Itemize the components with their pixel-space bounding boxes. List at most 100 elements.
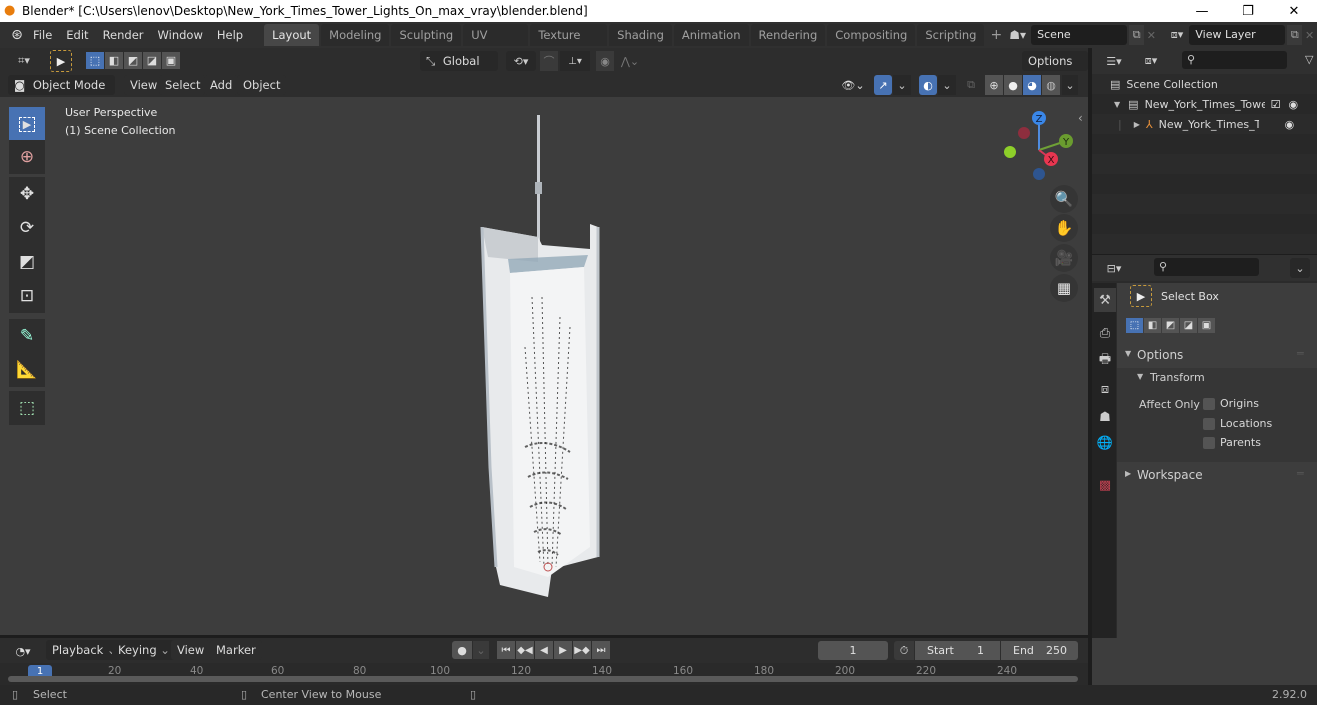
menu-help[interactable]: Help (210, 28, 250, 42)
view-layer-name-field[interactable]: View Layer (1189, 25, 1286, 45)
delete-view-layer-icon[interactable]: ✕ (1302, 29, 1317, 42)
tab-world[interactable]: 🌐 (1094, 431, 1116, 455)
gizmo-toggle-icon[interactable]: ↗ (874, 75, 892, 95)
gizmo-dropdown[interactable]: ⌄ (893, 75, 911, 95)
tab-texture[interactable]: ▩ (1094, 473, 1116, 497)
checkbox-box[interactable] (1203, 436, 1215, 449)
transform-orientation-dropdown[interactable]: ⤡ Global ⌄ (420, 51, 498, 88)
mode-dropdown[interactable]: ◙ Object Mode ⌄ (8, 75, 115, 112)
checkbox-locations[interactable]: Locations (1203, 417, 1272, 430)
tool-scale[interactable]: ◩ (9, 245, 45, 279)
tower-model[interactable] (470, 107, 620, 597)
snap-target-dropdown[interactable]: ⊥▾ (560, 51, 590, 71)
checkbox-box[interactable] (1203, 417, 1215, 430)
add-workspace-button[interactable]: + (986, 27, 1006, 43)
new-view-layer-icon[interactable]: ⧉ (1287, 25, 1303, 45)
pivot-point-dropdown[interactable]: ⟲▾ (506, 51, 536, 71)
visibility-dropdown[interactable]: 👁⌄ (838, 75, 868, 95)
minimize-button[interactable]: — (1179, 0, 1225, 22)
overlays-toggle-icon[interactable]: ◐ (919, 75, 937, 95)
menu-object[interactable]: Object (237, 75, 287, 95)
tool-add-cube[interactable]: ⬚ (9, 391, 45, 425)
workspace-section-header[interactable]: ▶ Workspace ═ (1117, 464, 1317, 488)
mode-intersect-icon[interactable]: ▣ (162, 52, 180, 69)
outliner-row-object[interactable]: | ▶ ⅄ New_York_Times_To ◉ (1092, 114, 1317, 134)
properties-options-dropdown[interactable]: ⌄ (1290, 258, 1310, 278)
timeline-ruler[interactable]: 1 20 40 60 80 100 120 140 160 180 200 22… (0, 663, 1088, 685)
menu-keying[interactable]: Keying ⌄ (112, 640, 176, 660)
mode-subtract-icon[interactable]: ◩ (1162, 318, 1179, 333)
properties-search-input[interactable]: ⚲ (1154, 258, 1259, 276)
select-box-tool-icon[interactable]: ▶ (50, 50, 72, 72)
menu-edit[interactable]: Edit (59, 28, 95, 42)
menu-select[interactable]: Select (159, 75, 207, 95)
tab-texture-paint[interactable]: Texture Paint (530, 24, 608, 64)
options-dropdown[interactable]: Options ⌄ (1022, 51, 1088, 88)
eye-icon[interactable]: ◉ (1285, 118, 1295, 131)
checkbox-parents[interactable]: Parents (1203, 436, 1261, 449)
close-button[interactable]: ✕ (1271, 0, 1317, 22)
tab-animation[interactable]: Animation (673, 24, 749, 46)
tab-rendering[interactable]: Rendering (750, 24, 826, 46)
mode-new-icon[interactable]: ⬚ (86, 52, 104, 69)
editor-type-icon[interactable]: ⌗▾ (10, 51, 38, 71)
play-icon[interactable]: ▶ (554, 641, 572, 659)
expand-arrow-icon[interactable]: ▶ (1134, 120, 1140, 129)
tab-sculpting[interactable]: Sculpting (391, 24, 462, 46)
expand-arrow-icon[interactable]: ▼ (1114, 100, 1120, 109)
solid-shading-icon[interactable]: ● (1004, 75, 1022, 95)
filter-icon[interactable]: ▽ (1305, 53, 1313, 66)
menu-view[interactable]: View (124, 75, 164, 95)
mode-extend-icon[interactable]: ◧ (105, 52, 123, 69)
jump-start-icon[interactable]: ⏮ (497, 641, 515, 659)
mode-difference-icon[interactable]: ◪ (143, 52, 161, 69)
tab-scene[interactable]: ☗ (1094, 405, 1116, 429)
next-keyframe-icon[interactable]: ▶◆ (573, 641, 591, 659)
menu-file[interactable]: File (26, 28, 59, 42)
tool-select-box[interactable]: ▶ (9, 107, 45, 141)
tool-move[interactable]: ✥ (9, 177, 45, 211)
auto-keying-toggle-icon[interactable]: ● (452, 641, 472, 659)
timeline-scrollbar[interactable] (8, 676, 1078, 682)
tab-view-layer[interactable]: ⧈ (1094, 377, 1116, 401)
3d-viewport[interactable]: User Perspective (1) Scene Collection ▶ … (0, 97, 1088, 635)
new-scene-icon[interactable]: ⧉ (1129, 25, 1145, 45)
tool-transform[interactable]: ⊡ (9, 279, 45, 313)
tool-measure[interactable]: 📐 (9, 353, 45, 387)
ortho-toggle-button[interactable]: ▦ (1050, 274, 1078, 302)
material-preview-shading-icon[interactable]: ◕ (1023, 75, 1041, 95)
start-frame-field[interactable]: Start 1 (915, 641, 1000, 660)
menu-window[interactable]: Window (151, 28, 210, 42)
scene-selector-icon[interactable]: ☗▾ (1006, 28, 1029, 42)
mode-new-icon[interactable]: ⬚ (1126, 318, 1143, 333)
end-frame-field[interactable]: End 250 (1001, 641, 1078, 660)
timeline-editor-type-icon[interactable]: ◔▾ (9, 641, 37, 661)
rendered-shading-icon[interactable]: ◍ (1042, 75, 1060, 95)
display-mode-dropdown[interactable]: ⧈▾ (1136, 51, 1166, 71)
outliner-search-input[interactable]: ⚲ (1182, 51, 1287, 69)
scene-name-field[interactable]: Scene (1031, 25, 1128, 45)
delete-scene-icon[interactable]: ✕ (1144, 29, 1159, 42)
proportional-edit-icon[interactable]: ◉ (596, 51, 614, 71)
menu-add[interactable]: Add (204, 75, 239, 95)
outliner-row-scene-collection[interactable]: ▤ Scene Collection (1092, 74, 1317, 94)
auto-keying-dropdown[interactable]: ⌄ (473, 641, 489, 659)
tab-tool[interactable]: ⚒ (1094, 288, 1116, 312)
tab-shading[interactable]: Shading (609, 24, 672, 46)
checkbox-box[interactable] (1203, 397, 1215, 410)
view-layer-selector-icon[interactable]: ⧈▾ (1165, 28, 1190, 42)
outliner-row-collection[interactable]: ▼ ▤ New_York_Times_Tower_ ☑ ◉ (1092, 94, 1317, 114)
zoom-view-button[interactable]: 🔍 (1050, 185, 1078, 213)
play-reverse-icon[interactable]: ◀ (535, 641, 553, 659)
checkbox-origins[interactable]: Origins (1203, 397, 1259, 410)
options-section-header[interactable]: ▼ Options ═ (1117, 344, 1317, 368)
shading-dropdown[interactable]: ⌄ (1062, 75, 1078, 95)
sidebar-toggle-icon[interactable]: ‹ (1078, 111, 1083, 125)
snap-toggle-icon[interactable]: ⌒ (540, 51, 558, 71)
tab-modeling[interactable]: Modeling (321, 24, 390, 46)
navigation-gizmo[interactable]: Z Y X (995, 105, 1080, 190)
tab-compositing[interactable]: Compositing (827, 24, 916, 46)
properties-editor-type-icon[interactable]: ⊟▾ (1100, 258, 1128, 278)
maximize-button[interactable]: ❐ (1225, 0, 1271, 22)
exclude-checkbox[interactable]: ☑ (1271, 98, 1281, 111)
